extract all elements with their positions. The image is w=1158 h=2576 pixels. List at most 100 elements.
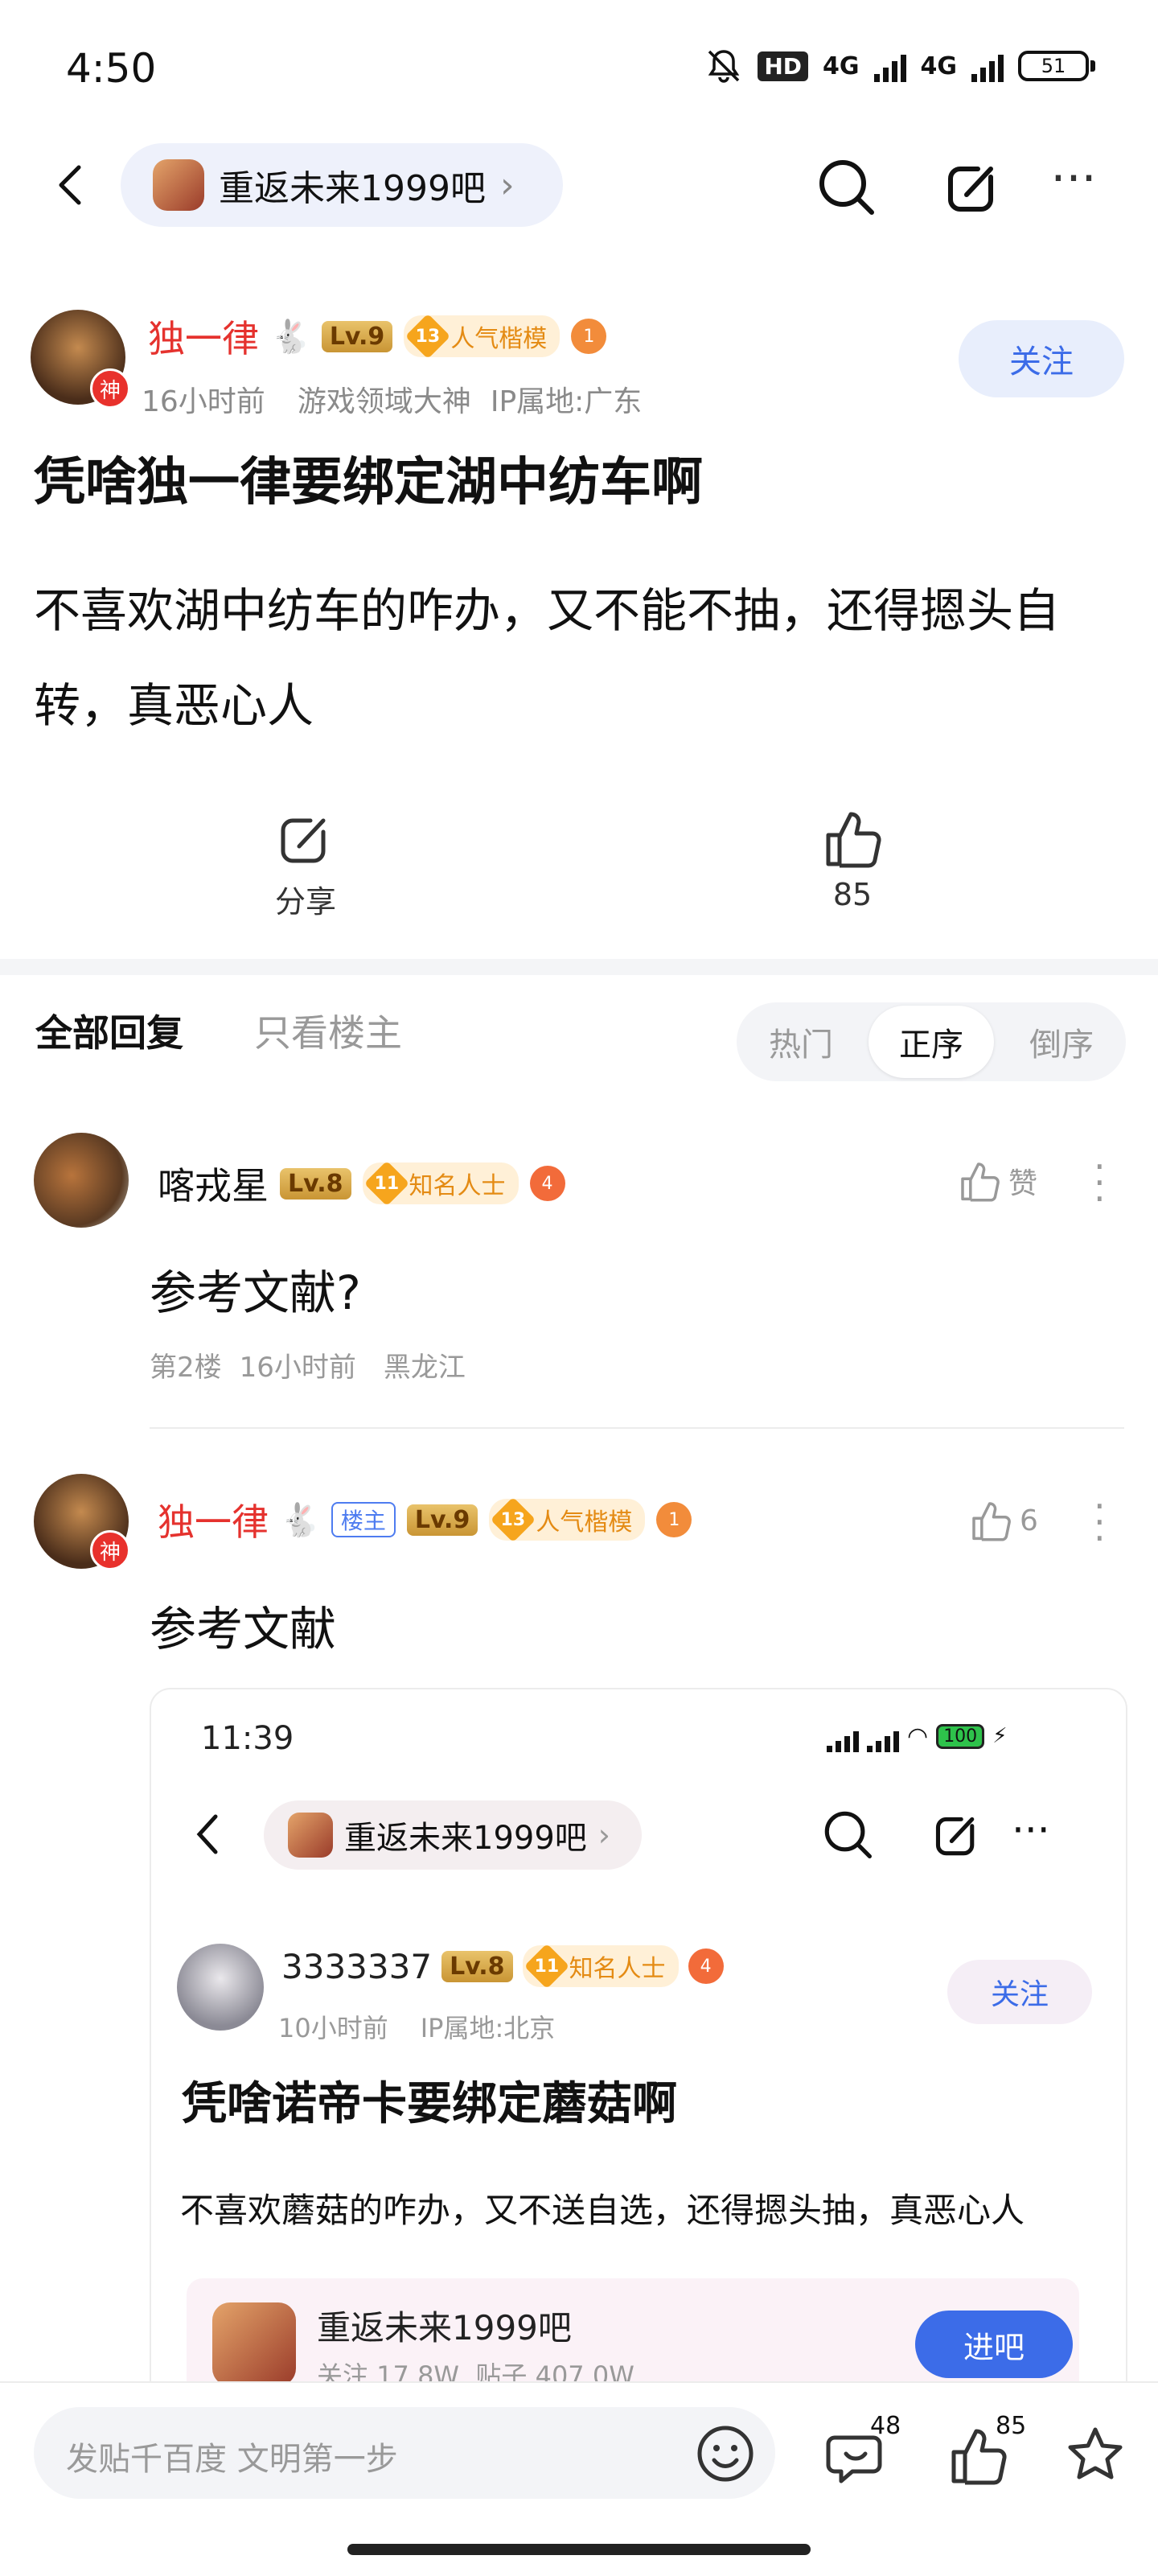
nested-author-name: 3333337 xyxy=(281,1946,433,1986)
op-ip: IP属地:广东 xyxy=(490,385,643,418)
op-author-line: 独一律 🐇 Lv.9 13 人气楷模 1 xyxy=(148,310,607,363)
medal-icon: 4 xyxy=(529,1166,565,1201)
sort-desc[interactable]: 倒序 xyxy=(997,1002,1126,1081)
nested-forum-pill: 重返未来1999吧 › xyxy=(264,1800,642,1870)
emoji-icon[interactable] xyxy=(695,2423,756,2484)
level-badge: Lv.9 xyxy=(406,1504,478,1536)
nested-card-forum: 重返未来1999吧 xyxy=(317,2308,572,2348)
post-body: 不喜欢湖中纺车的咋办，又不能不抽，还得摁头自转，真恶心人 xyxy=(34,583,1061,733)
mute-bell-icon xyxy=(708,50,740,83)
comment-divider xyxy=(150,1427,1124,1429)
like-label: 赞 xyxy=(1008,1167,1038,1200)
sort-segmented-control: 热门 正序 倒序 xyxy=(737,1002,1126,1081)
op-meta: 16小时前 游戏领域大神 IP属地:广东 xyxy=(142,378,642,420)
battery-level: 51 xyxy=(1041,55,1066,77)
nested-search-icon xyxy=(824,1811,872,1858)
op-time: 16小时前 xyxy=(142,385,265,418)
nested-card-avatar xyxy=(212,2302,296,2386)
comment-author-line: 独一律 🐇 楼主 Lv.9 13 人气楷模 1 xyxy=(158,1493,692,1546)
network-4g-label-1: 4G xyxy=(823,51,860,80)
nested-share-icon xyxy=(935,1817,975,1856)
sort-hot[interactable]: 热门 xyxy=(737,1002,865,1081)
share-edit-icon[interactable] xyxy=(942,153,1005,220)
nested-more-icon: ··· xyxy=(1012,1807,1050,1854)
nested-author-avatar xyxy=(177,1944,264,2031)
op-tag: 游戏领域大神 xyxy=(297,385,471,418)
nested-enter-button: 进吧 xyxy=(915,2311,1073,2378)
diamond-icon: 11 xyxy=(524,1943,569,1990)
share-label: 分享 xyxy=(274,884,336,920)
chevron-right-icon: › xyxy=(597,1817,610,1853)
nested-follow-button: 关注 xyxy=(947,1960,1092,2024)
nested-status-time: 11:39 xyxy=(201,1720,294,1757)
signal-bars-icon xyxy=(827,1720,859,1752)
back-arrow-icon[interactable] xyxy=(48,161,96,209)
attached-screenshot[interactable]: 11:39 ◠ 100 ⚡ 重返未来1999吧 › ··· 3333337 Lv… xyxy=(150,1688,1127,2496)
thumbs-up-icon xyxy=(972,1502,1011,1541)
level-badge: Lv.9 xyxy=(321,320,393,352)
bottom-like-count: 85 xyxy=(996,2412,1027,2440)
chevron-right-icon: › xyxy=(499,164,515,206)
share-icon xyxy=(281,818,326,863)
nav-bar: 重返未来1999吧 › ··· xyxy=(0,137,1158,233)
share-action[interactable]: 分享 xyxy=(249,806,362,921)
medal-icon: 1 xyxy=(571,319,607,354)
status-time: 4:50 xyxy=(66,45,157,92)
reply-input-placeholder: 发贴千百度 文明第一步 xyxy=(66,2441,398,2478)
like-action[interactable]: 85 xyxy=(796,806,909,912)
comment-more-icon[interactable]: · · · xyxy=(1094,1148,1106,1217)
star-favorite-icon[interactable] xyxy=(1063,2423,1127,2488)
op-badge: 楼主 xyxy=(331,1502,396,1537)
signal-bars-icon-2 xyxy=(867,1720,899,1752)
follow-button[interactable]: 关注 xyxy=(959,320,1124,397)
comment-author-name[interactable]: 独一律 xyxy=(158,1493,269,1546)
comment-count: 48 xyxy=(870,2412,901,2440)
thumbs-up-icon xyxy=(961,1162,1000,1202)
like-count: 6 xyxy=(1020,1504,1038,1537)
comment-more-icon[interactable]: · · · xyxy=(1094,1488,1106,1557)
comment-author-name[interactable]: 喀戎星 xyxy=(158,1157,269,1210)
forum-pill[interactable]: 重返未来1999吧 › xyxy=(121,143,563,227)
comment-like-button[interactable]: 赞 xyxy=(957,1158,1037,1204)
honor-title: 人气楷模 xyxy=(450,325,548,353)
commenter-avatar[interactable] xyxy=(34,1133,129,1228)
rabbit-icon: 🐇 xyxy=(270,318,310,356)
honor-badge: 11 知名人士 xyxy=(362,1160,519,1207)
honor-badge: 13 人气楷模 xyxy=(404,313,561,360)
nested-meta: 10小时前 IP属地:北京 xyxy=(278,2008,555,2045)
comment-like-button[interactable]: 6 xyxy=(968,1498,1038,1543)
diamond-icon: 13 xyxy=(491,1496,536,1543)
comment-floor: 第2楼 xyxy=(150,1352,222,1384)
more-options-icon[interactable]: ··· xyxy=(1037,154,1110,219)
honor-title: 知名人士 xyxy=(409,1172,506,1200)
comment-text: 参考文献? xyxy=(150,1265,361,1320)
honor-title: 知名人士 xyxy=(569,1955,666,1983)
comment-meta: 第2楼 16小时前 黑龙江 xyxy=(150,1345,466,1385)
comment-text: 参考文献 xyxy=(150,1602,337,1656)
search-icon[interactable] xyxy=(812,153,880,220)
status-bar: 4:50 HD 4G 4G 51 xyxy=(0,0,1158,137)
nested-author-line: 3333337 Lv.8 11 知名人士 4 xyxy=(281,1943,724,1990)
sort-asc[interactable]: 正序 xyxy=(868,1006,994,1078)
battery-icon: 51 xyxy=(1018,51,1095,81)
tab-all-replies[interactable]: 全部回复 xyxy=(35,1004,183,1057)
tab-op-only[interactable]: 只看楼主 xyxy=(254,1004,402,1057)
wifi-icon: ◠ xyxy=(907,1722,929,1751)
op-author-name[interactable]: 独一律 xyxy=(148,310,259,363)
god-badge-icon: 神 xyxy=(90,1530,130,1570)
thumbs-up-icon xyxy=(826,812,881,868)
like-count: 85 xyxy=(832,877,873,912)
forum-avatar xyxy=(153,159,204,211)
nested-ip: IP属地:北京 xyxy=(420,2013,556,2043)
home-indicator[interactable] xyxy=(347,2544,811,2555)
comment-location: 黑龙江 xyxy=(383,1352,466,1384)
level-badge: Lv.8 xyxy=(441,1950,513,1982)
nested-body: 不喜欢蘑菇的咋办，又不送自选，还得摁头抽，真恶心人 xyxy=(180,2191,1025,2230)
nested-forum-avatar xyxy=(288,1813,333,1858)
nested-forum-name: 重返未来1999吧 xyxy=(344,1820,587,1857)
network-4g-label-2: 4G xyxy=(920,51,958,80)
god-badge-icon: 神 xyxy=(90,368,130,409)
post-title: 凭啥独一律要绑定湖中纺车啊 xyxy=(34,453,703,512)
nested-status-icons: ◠ 100 ⚡ xyxy=(827,1720,1007,1752)
section-divider xyxy=(0,959,1158,975)
